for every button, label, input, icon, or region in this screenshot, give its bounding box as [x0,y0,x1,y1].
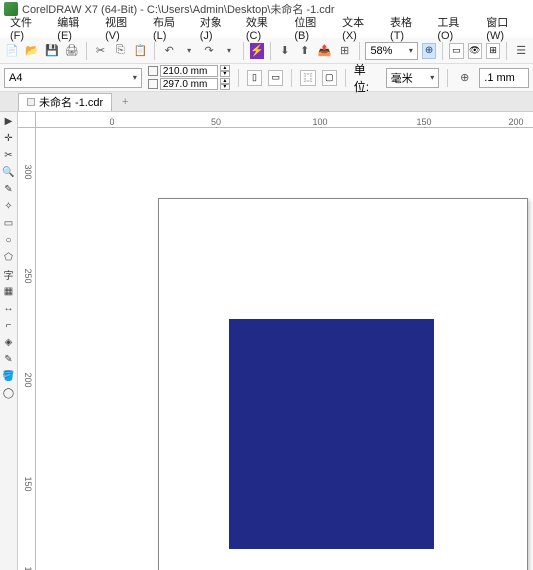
outline-tool-icon[interactable]: ◯ [2,386,16,400]
add-tab-button[interactable]: + [116,93,134,111]
macro-icon[interactable]: ⚡ [250,43,264,59]
menu-item[interactable]: 位图(B) [290,12,332,44]
menu-item[interactable]: 工具(O) [433,12,476,44]
import-icon[interactable]: ⬇ [277,42,293,60]
tab-label: 未命名 -1.cdr [39,94,103,110]
menu-item[interactable]: 文件(F) [6,12,47,44]
freehand-tool-icon[interactable]: ✎ [2,182,16,196]
pick-tool-icon[interactable]: ▶ [2,114,16,128]
ellipse-tool-icon[interactable]: ○ [2,233,16,247]
canvas: 0 50 100 150 200 300 250 200 150 100 [18,112,533,570]
landscape-button[interactable]: ▭ [268,70,283,86]
snap-button[interactable]: ⊕ [422,43,436,59]
menu-item[interactable]: 窗口(W) [482,12,527,44]
open-icon[interactable]: 📂 [24,42,40,60]
fill-tool-icon[interactable]: 🪣 [2,369,16,383]
page-width-input[interactable] [160,65,218,77]
ruler-tick: 150 [23,476,33,491]
eyedropper-tool-icon[interactable]: ✎ [2,352,16,366]
ruler-tick: 100 [23,566,33,570]
redo-dropdown-icon[interactable]: ▾ [221,42,237,60]
height-icon [148,79,158,89]
tab-doc-icon [27,98,35,106]
rectangle-tool-icon[interactable]: ▭ [2,216,16,230]
menu-item[interactable]: 编辑(E) [53,12,95,44]
help-icon[interactable]: ☰ [513,42,529,60]
width-spinner[interactable]: ▴▾ [220,65,230,77]
cut-icon[interactable]: ✂ [93,42,109,60]
ruler-tick: 200 [23,372,33,387]
export-icon[interactable]: ⬆ [297,42,313,60]
redo-icon[interactable]: ↷ [201,42,217,60]
unit-label: 单位: [354,61,380,95]
menu-item[interactable]: 视图(V) [101,12,143,44]
dimension-tool-icon[interactable]: ↔ [2,301,16,315]
ruler-tick: 150 [416,117,431,127]
blue-rectangle-shape[interactable] [229,319,434,549]
text-tool-icon[interactable]: 字 [2,267,16,281]
page [158,198,528,570]
connector-tool-icon[interactable]: ⌐ [2,318,16,332]
ruler-tick: 50 [211,117,221,127]
page-height-input[interactable] [160,78,218,90]
unit-combo[interactable]: 毫米 [386,68,440,88]
nudge-icon: ⊕ [456,69,473,87]
print-icon[interactable]: 🖨 [64,42,80,60]
horizontal-ruler[interactable]: 0 50 100 150 200 [36,112,533,128]
undo-icon[interactable]: ↶ [161,42,177,60]
options-icon[interactable]: ⊞ [486,43,500,59]
copy-icon[interactable]: ⎘ [113,42,129,60]
current-page-icon[interactable]: ▢ [322,70,337,86]
effects-tool-icon[interactable]: ◈ [2,335,16,349]
menu-item[interactable]: 表格(T) [386,12,427,44]
all-pages-icon[interactable]: ⿴ [300,70,315,86]
new-icon[interactable]: 📄 [4,42,20,60]
paste-icon[interactable]: 📋 [132,42,148,60]
menu-item[interactable]: 效果(C) [242,12,284,44]
toolbox-left1: ▶ ✛ ✂ 🔍 ✎ ✧ ▭ ○ ⬠ 字 ▦ ↔ ⌐ ◈ ✎ 🪣 ◯ [0,112,18,570]
nudge-input[interactable]: .1 mm [479,68,529,88]
app-launcher-icon[interactable]: ⊞ [337,42,353,60]
polygon-tool-icon[interactable]: ⬠ [2,250,16,264]
page-dimensions: ▴▾ ▴▾ [148,65,230,91]
crop-tool-icon[interactable]: ✂ [2,148,16,162]
portrait-button[interactable]: ▯ [247,70,262,86]
ruler-tick: 300 [23,164,33,179]
document-tabs: 未命名 -1.cdr + [0,92,533,112]
menu-item[interactable]: 布局(L) [149,12,190,44]
menu-item[interactable]: 文本(X) [338,12,380,44]
full-screen-icon[interactable]: ▭ [449,43,463,59]
property-bar: A4 ▴▾ ▴▾ ▯ ▭ ⿴ ▢ 单位: 毫米 ⊕ .1 mm [0,64,533,92]
paper-size-combo[interactable]: A4 [4,68,142,88]
work-area: ▶ ✛ ✂ 🔍 ✎ ✧ ▭ ○ ⬠ 字 ▦ ↔ ⌐ ◈ ✎ 🪣 ◯ 0 50 100… [0,112,533,570]
vertical-ruler[interactable]: 300 250 200 150 100 [18,128,36,570]
view-icon[interactable]: 👁 [468,43,482,59]
document-tab[interactable]: 未命名 -1.cdr [18,93,112,111]
ruler-tick: 0 [109,117,114,127]
smart-tool-icon[interactable]: ✧ [2,199,16,213]
ruler-origin[interactable] [18,112,36,128]
menu-bar: 文件(F)编辑(E)视图(V)布局(L)对象(J)效果(C)位图(B)文本(X)… [0,18,533,38]
ruler-tick: 250 [23,268,33,283]
ruler-tick: 200 [508,117,523,127]
zoom-tool-icon[interactable]: 🔍 [2,165,16,179]
save-icon[interactable]: 💾 [44,42,60,60]
height-spinner[interactable]: ▴▾ [220,78,230,90]
ruler-tick: 100 [312,117,327,127]
zoom-combo[interactable]: 58% [365,42,417,60]
table-tool-icon[interactable]: ▦ [2,284,16,298]
undo-dropdown-icon[interactable]: ▾ [181,42,197,60]
menu-item[interactable]: 对象(J) [196,12,236,44]
shape-tool-icon[interactable]: ✛ [2,131,16,145]
publish-icon[interactable]: 📤 [317,42,333,60]
viewport[interactable] [36,128,533,570]
width-icon [148,66,158,76]
